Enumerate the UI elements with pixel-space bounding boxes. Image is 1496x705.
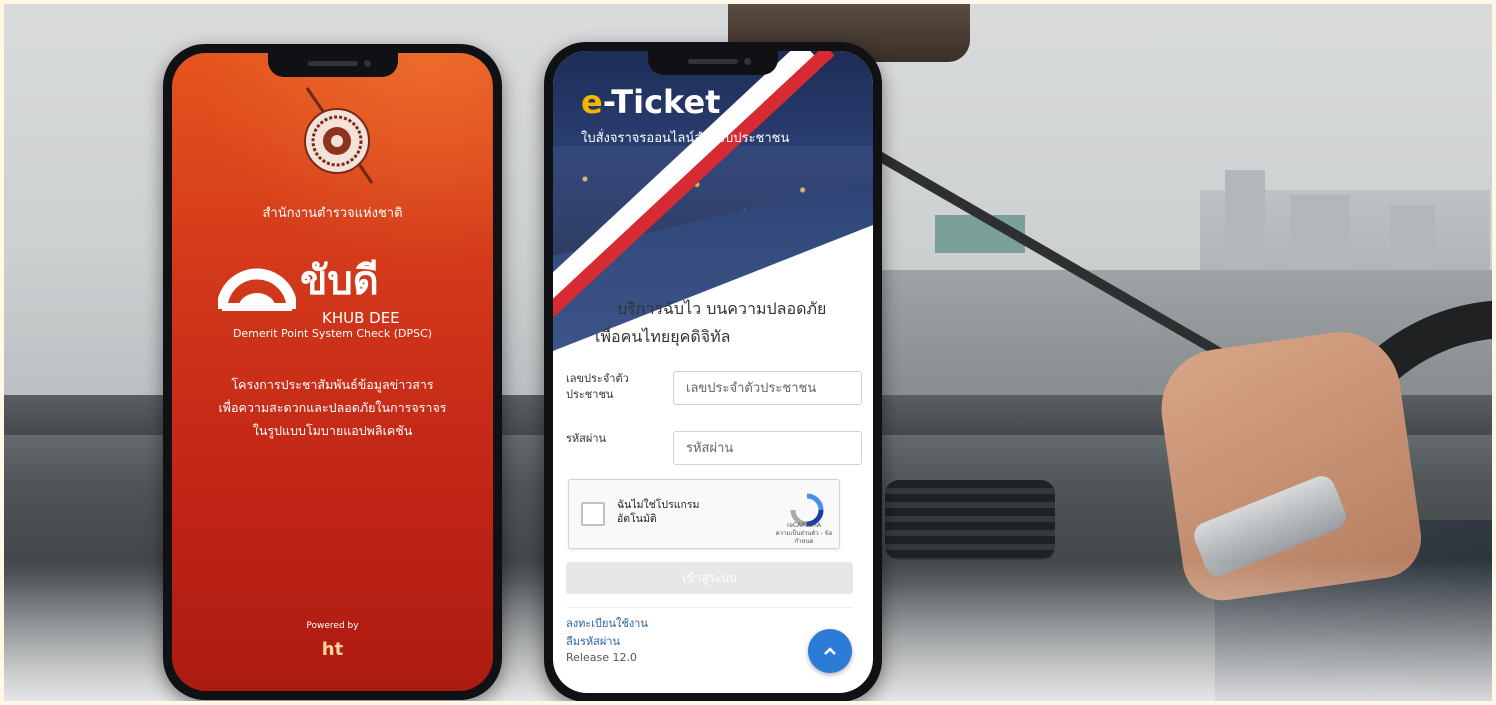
khubdee-phone: สำนักงานตำรวจแห่งชาติ ขับดี KHUB DEE Dem… — [163, 44, 502, 700]
steering-wheel-logo-icon — [218, 268, 296, 311]
forgot-password-link[interactable]: ลืมรหัสผ่าน — [566, 632, 620, 650]
building — [1290, 195, 1350, 280]
divider — [566, 607, 853, 608]
recaptcha-label: ฉันไม่ใช่โปรแกรม อัตโนมัติ — [617, 499, 700, 525]
tagline-line-2: เพื่อคนไทยยุคดิจิทัล — [595, 327, 731, 346]
password-row: รหัสผ่าน รหัสผ่าน — [566, 431, 862, 471]
app-description: โครงการประชาสัมพันธ์ข้อมูลข่าวสาร เพื่อค… — [192, 373, 473, 442]
description-line: เพื่อความสะดวกและปลอดภัยในการจราจร — [218, 400, 447, 415]
eticket-login-screen: e-Ticket ใบสั่งจราจรออนไลน์สำหรับประชาชน… — [553, 51, 873, 693]
recaptcha-widget: ฉันไม่ใช่โปรแกรม อัตโนมัติ reCAPTCHA ความ… — [568, 479, 840, 549]
recaptcha-checkbox[interactable] — [581, 502, 605, 526]
phone-notch — [267, 53, 398, 77]
description-line: ในรูปแบบโมบายแอปพลิเคชัน — [252, 423, 413, 438]
powered-by-logo: ht — [321, 639, 344, 660]
eticket-phone: e-Ticket ใบสั่งจราจรออนไลน์สำหรับประชาชน… — [544, 42, 882, 702]
eticket-subtitle: ใบสั่งจราจรออนไลน์สำหรับประชาชน — [581, 131, 790, 146]
title-rest: -Ticket — [602, 83, 721, 121]
building — [1390, 205, 1435, 280]
phone-notch — [648, 51, 778, 75]
register-link[interactable]: ลงทะเบียนใช้งาน — [566, 614, 648, 632]
id-input[interactable]: เลขประจำตัวประชาชน — [673, 371, 862, 405]
building — [1225, 170, 1265, 280]
release-version: Release 12.0 — [566, 651, 637, 664]
scroll-top-button[interactable] — [808, 629, 852, 673]
khubdee-splash-screen: สำนักงานตำรวจแห่งชาติ ขับดี KHUB DEE Dem… — [172, 53, 493, 691]
recaptcha-brand-text: reCAPTCHA — [786, 522, 822, 529]
powered-by-label: Powered by — [306, 621, 359, 631]
eticket-title: e-Ticket — [581, 83, 720, 121]
app-name-english: KHUB DEE — [322, 309, 400, 327]
air-vent — [885, 480, 1055, 560]
app-name-thai: ขับดี — [300, 258, 379, 304]
tagline-line-1: บริการฉับไว บนความปลอดภัย — [617, 299, 827, 318]
background-scene: สำนักงานตำรวจแห่งชาติ ขับดี KHUB DEE Dem… — [0, 0, 1496, 705]
police-emblem-icon — [304, 87, 374, 184]
id-label: เลขประจำตัว ประชาชน — [566, 372, 629, 401]
chevron-up-icon — [824, 647, 836, 655]
recaptcha-brand: reCAPTCHA ความเป็นส่วนตัว - ข้อกำหนด — [769, 522, 839, 546]
password-label: รหัสผ่าน — [566, 432, 607, 445]
description-line: โครงการประชาสัมพันธ์ข้อมูลข่าวสาร — [231, 377, 434, 392]
title-prefix: e — [581, 83, 603, 121]
id-row: เลขประจำตัว ประชาชน เลขประจำตัวประชาชน — [566, 371, 862, 411]
agency-name: สำนักงานตำรวจแห่งชาติ — [262, 206, 403, 221]
recaptcha-terms[interactable]: ความเป็นส่วนตัว - ข้อกำหนด — [776, 530, 833, 545]
tagline: บริการฉับไว บนความปลอดภัย เพื่อคนไทยยุคด… — [595, 295, 826, 351]
app-subtitle: Demerit Point System Check (DPSC) — [232, 327, 433, 340]
password-input[interactable]: รหัสผ่าน — [673, 431, 862, 465]
login-button[interactable]: เข้าสู่ระบบ — [566, 562, 853, 594]
